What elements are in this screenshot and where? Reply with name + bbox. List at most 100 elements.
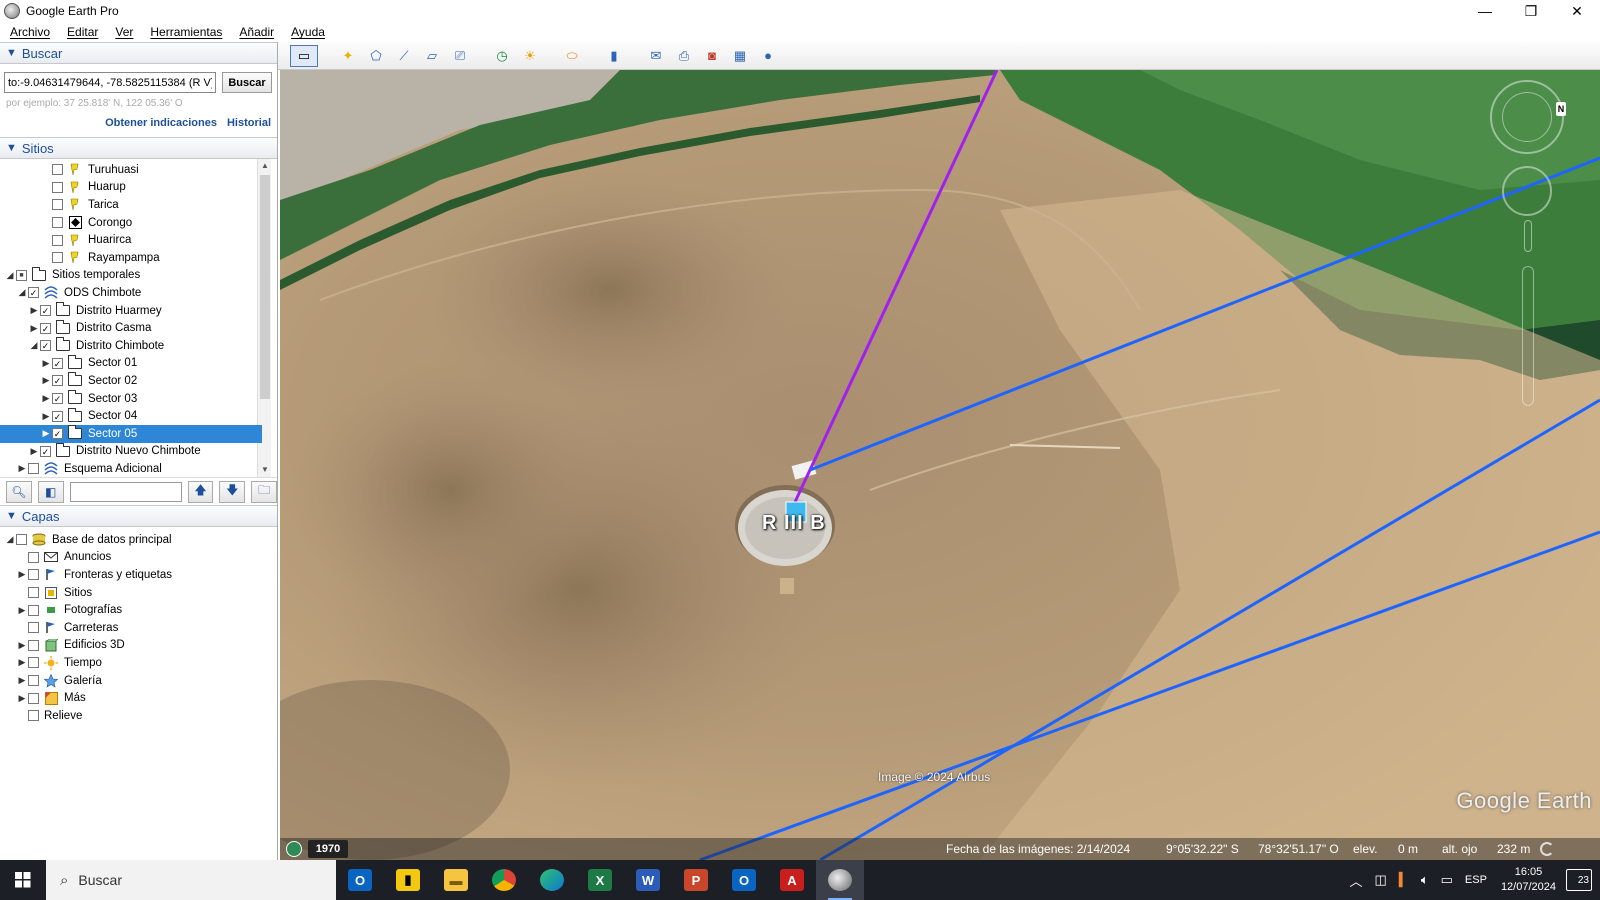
visibility-checkbox[interactable] <box>52 252 63 264</box>
visibility-checkbox[interactable] <box>28 622 39 634</box>
layers-tree-item[interactable]: Anuncios <box>0 549 262 567</box>
visibility-checkbox[interactable] <box>52 234 63 246</box>
places-tree-item[interactable]: ▶ ✓ Sector 02 <box>0 372 262 390</box>
clock[interactable]: 16:05 12/07/2024 <box>1501 865 1556 895</box>
acrobat-app[interactable]: A <box>768 860 816 900</box>
language-indicator[interactable]: ESP <box>1465 874 1487 886</box>
visibility-checkbox[interactable] <box>52 181 63 193</box>
menu-editar[interactable]: Editar <box>57 25 105 39</box>
layers-tree-item[interactable]: Relieve <box>0 707 262 725</box>
visibility-checkbox[interactable] <box>28 587 39 599</box>
collapsed-arrow-icon[interactable]: ▶ <box>16 693 28 704</box>
collapsed-arrow-icon[interactable]: ▶ <box>28 305 40 316</box>
placemark-label[interactable]: R III B <box>762 512 826 535</box>
north-indicator-icon[interactable]: N <box>1556 102 1566 116</box>
collapsed-arrow-icon[interactable]: ▶ <box>16 657 28 668</box>
powerpoint-app[interactable]: P <box>672 860 720 900</box>
power-bi-app[interactable]: ▮ <box>384 860 432 900</box>
move-down-button[interactable]: 🡇 <box>219 480 246 503</box>
visibility-checkbox[interactable]: ✓ <box>52 357 63 369</box>
visibility-checkbox[interactable]: ✓ <box>52 375 63 387</box>
view-in-maps-button[interactable]: ▦ <box>728 45 752 67</box>
layers-panel-header[interactable]: ▼ Capas <box>0 505 277 527</box>
chevron-up-icon[interactable]: ︿ <box>1350 871 1363 890</box>
collapsed-arrow-icon[interactable]: ▶ <box>28 446 40 457</box>
ruler-button[interactable]: ▮ <box>602 45 626 67</box>
usb-icon[interactable]: ▍ <box>1399 872 1409 888</box>
outlook-app[interactable]: O <box>720 860 768 900</box>
collapsed-arrow-icon[interactable]: ▶ <box>40 393 52 404</box>
print-button[interactable]: ⎙ <box>672 45 696 67</box>
search-places-button[interactable]: 🔍︎ <box>6 480 32 503</box>
places-tree-item[interactable]: ▶ Esquema Adicional <box>0 460 262 478</box>
record-tour-button[interactable]: ⎚ <box>448 45 472 67</box>
street-view-pegman-icon[interactable] <box>1524 220 1532 252</box>
layers-tree-item[interactable]: ▶ Edificios 3D <box>0 637 262 655</box>
places-filter-input[interactable] <box>69 481 182 502</box>
add-placemark-button[interactable]: ✦ <box>336 45 360 67</box>
layers-tree[interactable]: ◢ Base de datos principal Anuncios ▶ Fronter… <box>0 527 277 827</box>
collapsed-arrow-icon[interactable]: ▶ <box>16 605 28 616</box>
layers-tree-item[interactable]: ◢ Base de datos principal <box>0 531 262 549</box>
places-panel-header[interactable]: ▼ Sitios <box>0 137 277 159</box>
move-up-button[interactable]: 🡅 <box>187 480 214 503</box>
places-tree-item[interactable]: Turuhuasi <box>0 161 262 179</box>
places-tree-item[interactable]: ▶ ✓ Distrito Casma <box>0 319 262 337</box>
search-panel-header[interactable]: ▼ Buscar <box>0 42 277 64</box>
word-app[interactable]: W <box>624 860 672 900</box>
excel-app[interactable]: X <box>576 860 624 900</box>
device-icon[interactable]: ◫ <box>1375 872 1387 888</box>
places-tree-item[interactable]: Corongo <box>0 214 262 232</box>
visibility-checkbox[interactable]: ✓ <box>52 393 63 405</box>
visibility-checkbox[interactable] <box>28 657 39 669</box>
collapsed-arrow-icon[interactable]: ▶ <box>28 323 40 334</box>
notification-center-button[interactable]: 23 <box>1566 869 1592 891</box>
places-tree-item[interactable]: ◢ ✓ Distrito Chimbote <box>0 337 262 355</box>
minimize-button[interactable]: — <box>1462 0 1508 22</box>
layers-tree-item[interactable]: Carreteras <box>0 619 262 637</box>
collapsed-arrow-icon[interactable]: ▶ <box>40 411 52 422</box>
add-polygon-button[interactable]: ⬠ <box>364 45 388 67</box>
layers-tree-item[interactable]: ▶ Fronteras y etiquetas <box>0 566 262 584</box>
places-tree-item[interactable]: Huarirca <box>0 231 262 249</box>
layers-tree-item[interactable]: Sitios <box>0 584 262 602</box>
visibility-checkbox[interactable] <box>28 551 39 563</box>
places-tree-item[interactable]: ▶ ✓ Distrito Huarmey <box>0 302 262 320</box>
visibility-checkbox[interactable] <box>52 164 63 176</box>
places-tree-item[interactable]: Tarica <box>0 196 262 214</box>
places-tree-item[interactable]: ▶ ✓ Sector 05 <box>0 425 262 443</box>
expanded-arrow-icon[interactable]: ◢ <box>16 287 28 298</box>
menu-herramientas[interactable]: Herramientas <box>140 25 229 39</box>
visibility-checkbox[interactable]: ✓ <box>28 287 39 299</box>
collapsed-arrow-icon[interactable]: ▶ <box>40 358 52 369</box>
visibility-checkbox[interactable] <box>28 569 39 581</box>
visibility-checkbox[interactable]: ✓ <box>40 340 51 352</box>
switch-planet-button[interactable]: ⬭ <box>560 45 584 67</box>
save-image-button[interactable]: ◙ <box>700 45 724 67</box>
taskbar-search-box[interactable]: ⌕ Buscar <box>46 860 336 900</box>
visibility-checkbox[interactable] <box>52 217 63 229</box>
move-joystick[interactable] <box>1502 166 1552 216</box>
visibility-checkbox[interactable]: ✓ <box>40 445 51 457</box>
zoom-slider[interactable] <box>1522 266 1534 406</box>
layers-tree-item[interactable]: ▶ Más <box>0 689 262 707</box>
file-explorer-app[interactable]: ▬ <box>432 860 480 900</box>
search-button[interactable]: Buscar <box>222 72 272 93</box>
add-path-button[interactable]: ⟋ <box>392 45 416 67</box>
menu-archivo[interactable]: Archivo <box>0 25 57 39</box>
places-tree-item[interactable]: ▶ ✓ Sector 04 <box>0 407 262 425</box>
volume-icon[interactable]: 🔈︎ <box>1421 872 1429 888</box>
layers-tree-item[interactable]: ▶ Galería <box>0 672 262 690</box>
get-directions-link[interactable]: Obtener indicaciones <box>105 117 217 129</box>
collapsed-arrow-icon[interactable]: ▶ <box>16 640 28 651</box>
google-earth-app[interactable] <box>816 860 864 900</box>
places-tree-item[interactable]: Huarup <box>0 179 262 197</box>
visibility-checkbox[interactable] <box>28 463 39 475</box>
historical-imagery-button[interactable]: ◷ <box>490 45 514 67</box>
places-tree-item[interactable]: ▶ ✓ Distrito Nuevo Chimbote <box>0 442 262 461</box>
places-tree-item[interactable]: Rayampampa <box>0 249 262 267</box>
collapsed-arrow-icon[interactable]: ▶ <box>40 428 52 439</box>
visibility-checkbox[interactable]: ✓ <box>40 322 51 334</box>
earth-view[interactable]: R III B Image © 2024 Airbus Google Earth… <box>280 70 1600 860</box>
historical-year-badge[interactable]: 1970 <box>308 840 348 858</box>
